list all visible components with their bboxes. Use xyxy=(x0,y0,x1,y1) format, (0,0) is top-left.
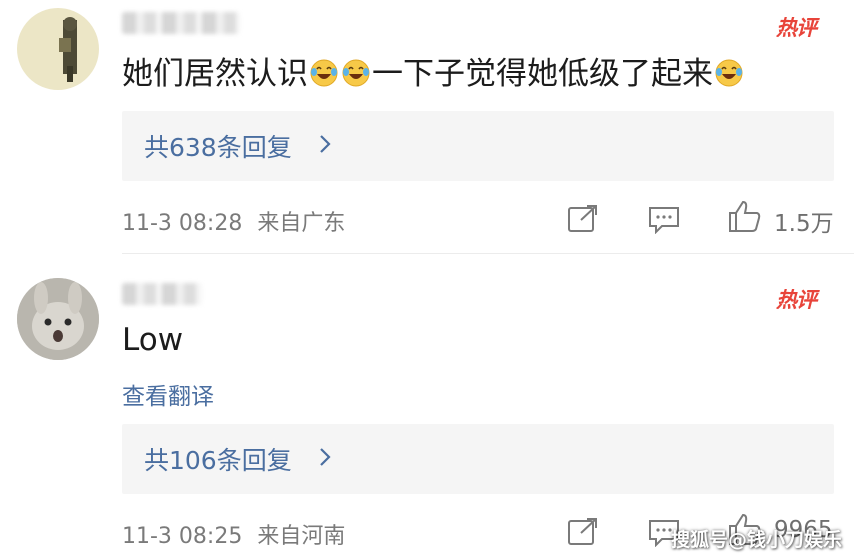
watermark: 搜狐号@钱小刀娱乐 xyxy=(670,529,842,551)
hot-comment-badge: 热评 xyxy=(776,288,817,312)
laugh-cry-emoji-icon xyxy=(309,58,339,88)
chevron-right-icon xyxy=(318,446,332,468)
username-redacted[interactable] xyxy=(122,283,202,305)
comment-text-part2: 一下子觉得她低级了起来 xyxy=(372,56,713,92)
location: 来自河南 xyxy=(257,524,346,549)
timestamp: 11-3 08:28 xyxy=(122,211,243,236)
like-count: 1.5万 xyxy=(774,211,834,237)
hot-comment-badge: 热评 xyxy=(776,16,817,40)
view-translation-link[interactable]: 查看翻译 xyxy=(122,377,214,411)
avatar[interactable] xyxy=(17,278,99,360)
username-redacted[interactable] xyxy=(122,12,240,34)
share-icon[interactable] xyxy=(567,517,599,547)
like-icon[interactable] xyxy=(728,199,762,233)
location: 来自广东 xyxy=(257,211,346,236)
laugh-cry-emoji-icon xyxy=(714,58,744,88)
replies-count-link[interactable]: 共106条回复 xyxy=(144,441,292,477)
replies-count-link[interactable]: 共638条回复 xyxy=(144,128,292,164)
laugh-cry-emoji-icon xyxy=(341,58,371,88)
chevron-right-icon xyxy=(318,133,332,155)
divider xyxy=(122,253,854,254)
comment-text-part1: 她们居然认识 xyxy=(122,56,308,92)
comment-meta: 11-3 08:28 来自广东 xyxy=(122,205,345,237)
share-icon[interactable] xyxy=(567,204,599,234)
comment-text: 她们居然认识 一下子觉得她低级了起来 xyxy=(122,48,745,93)
avatar[interactable] xyxy=(17,8,99,90)
comment-meta: 11-3 08:25 来自河南 xyxy=(122,518,345,550)
comment-text: Low xyxy=(122,322,184,358)
replies-box[interactable]: 共638条回复 xyxy=(122,111,834,181)
timestamp: 11-3 08:25 xyxy=(122,524,243,549)
replies-box[interactable]: 共106条回复 xyxy=(122,424,834,494)
comment-icon[interactable] xyxy=(648,206,680,234)
